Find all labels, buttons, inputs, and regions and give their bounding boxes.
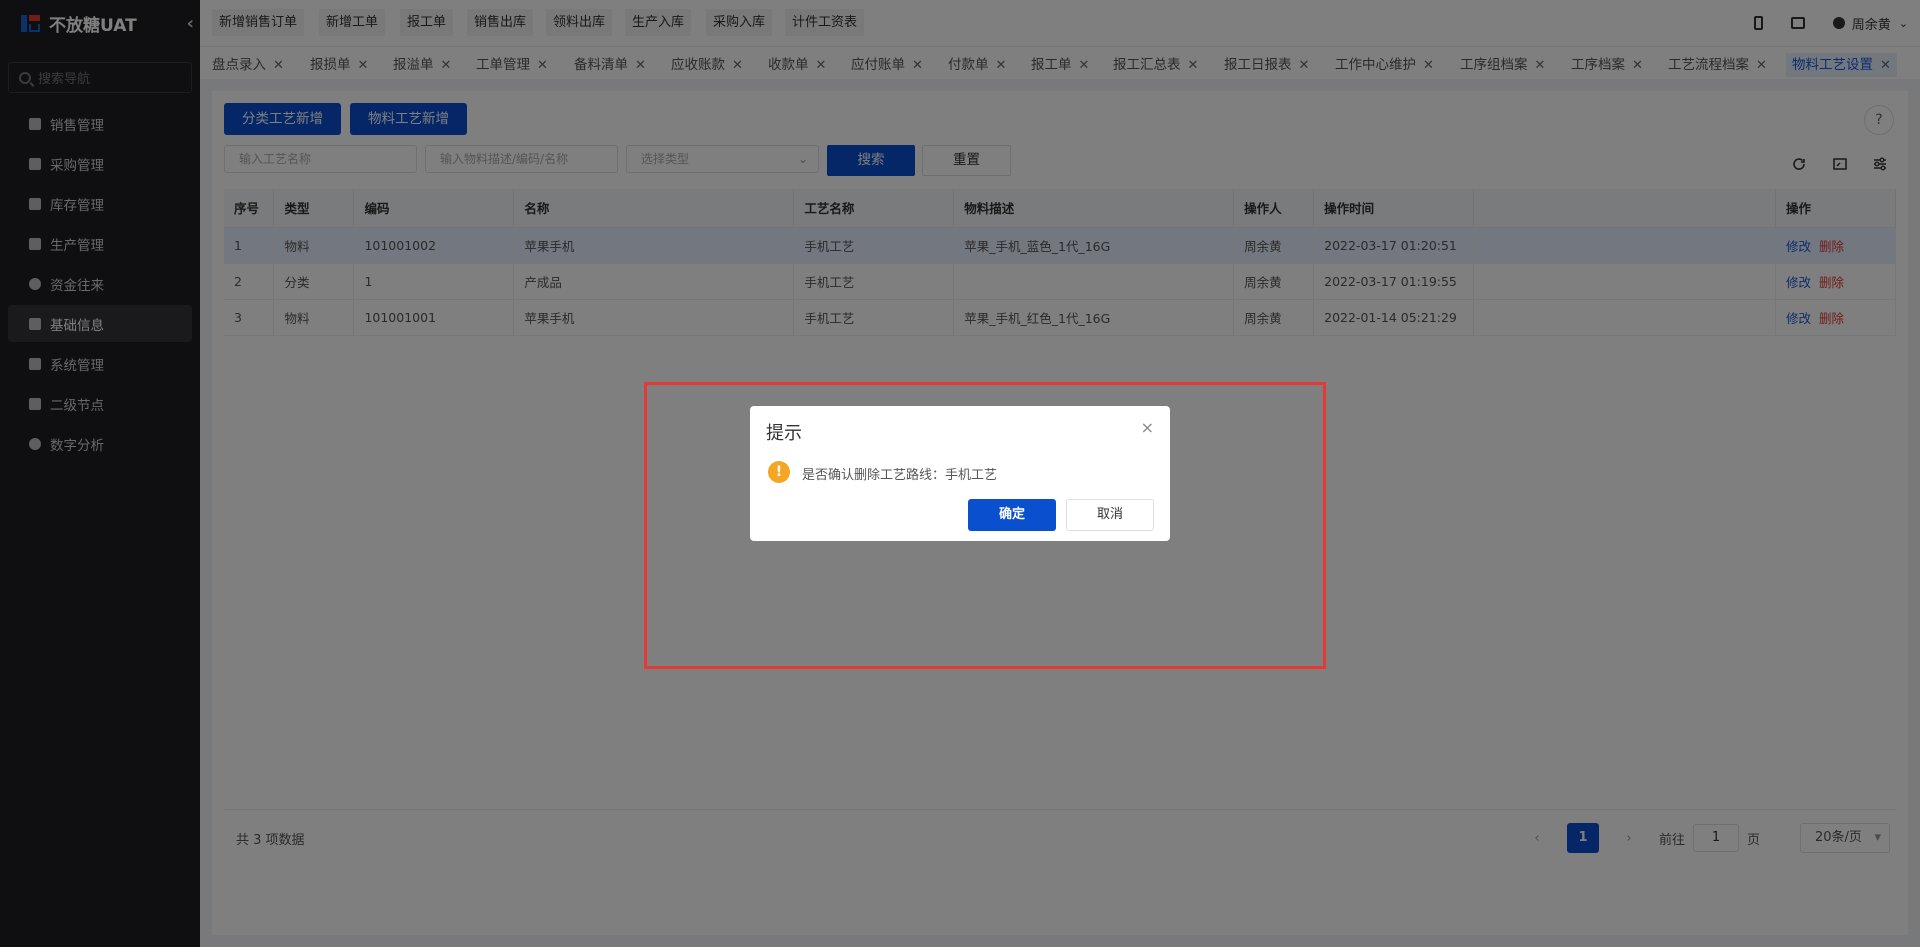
confirm-button[interactable]: 确定 (968, 499, 1056, 531)
confirm-dialog: 提示 × ! 是否确认删除工艺路线：手机工艺 确定 取消 (750, 406, 1170, 541)
warning-icon: ! (768, 461, 790, 483)
dialog-message: 是否确认删除工艺路线：手机工艺 (802, 468, 998, 483)
cancel-button[interactable]: 取消 (1066, 499, 1154, 531)
close-icon[interactable]: × (1141, 418, 1154, 437)
dialog-title: 提示 (766, 423, 802, 444)
